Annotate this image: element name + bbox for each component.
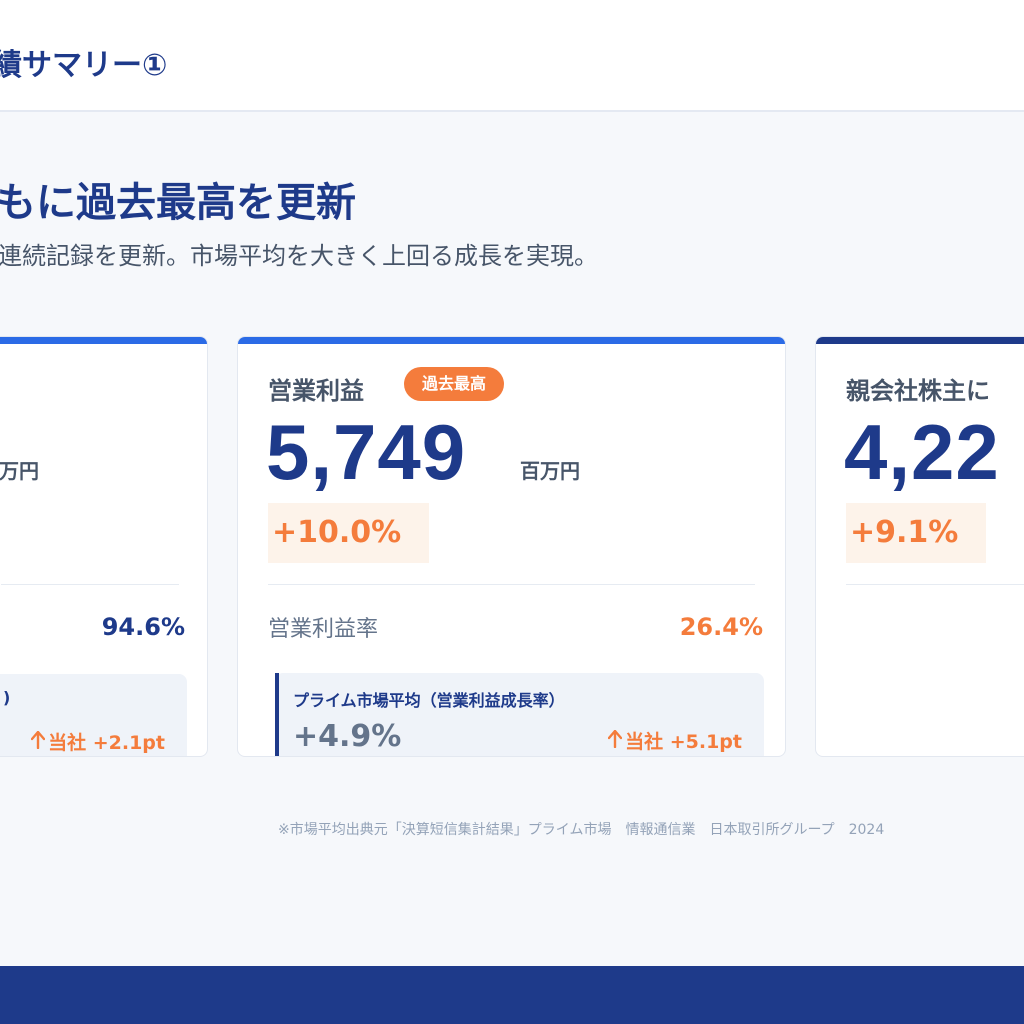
footnote: ※市場平均出典元「決算短信集計結果」プライム市場 情報通信業 日本取引所グループ… [278, 822, 885, 838]
card-revenue: 百万円 94.6% ) 当社 +2.1pt [0, 336, 208, 757]
benchmark-value: +4.9% [293, 719, 402, 754]
growth-value: +9.1% [850, 515, 959, 550]
slide: 績サマリー① もに過去最高を更新 連続記録を更新。市場平均を大きく上回る成長を実… [0, 0, 1024, 1024]
benchmark-label: ) [3, 688, 11, 707]
card-accent-bar [0, 337, 207, 344]
card-accent-bar [238, 337, 785, 344]
header-bar: 績サマリー① [0, 0, 1024, 112]
card-unit: 百万円 [520, 459, 580, 483]
headline: もに過去最高を更新 [0, 180, 356, 226]
benchmark-compare-text: 当社 +2.1pt [48, 732, 165, 754]
ratio-value: 26.4% [679, 613, 763, 641]
card-divider [268, 584, 755, 585]
card-divider [1, 584, 179, 585]
footer-bar [0, 966, 1024, 1024]
ratio-value: 94.6% [101, 613, 185, 641]
arrow-up-icon [30, 730, 46, 754]
growth-value: +10.0% [272, 515, 402, 550]
card-title: 営業利益 [268, 377, 364, 405]
card-accent-bar [816, 337, 1024, 344]
growth-badge: +9.1% [846, 503, 987, 563]
benchmark-box: プライム市場平均（営業利益成長率） +4.9% 当社 +5.1pt [275, 673, 764, 756]
ratio-label: 営業利益率 [268, 617, 379, 642]
card-operating-profit: 営業利益 過去最高 5,749 百万円 +10.0% 営業利益率 26.4% プ… [237, 336, 786, 757]
subheadline: 連続記録を更新。市場平均を大きく上回る成長を実現。 [0, 242, 598, 270]
page-title: 績サマリー① [0, 48, 168, 83]
arrow-up-icon [607, 729, 623, 753]
growth-badge: +10.0% [268, 503, 430, 563]
benchmark-compare: 当社 +2.1pt [30, 728, 165, 755]
card-net-income: 親会社株主に 4,22 +9.1% [815, 336, 1024, 757]
card-divider [846, 584, 1024, 585]
record-badge: 過去最高 [404, 367, 505, 401]
card-title: 親会社株主に [846, 377, 990, 405]
card-unit: 百万円 [0, 459, 39, 483]
card-value: 5,749 [266, 408, 467, 496]
benchmark-label: プライム市場平均（営業利益成長率） [293, 691, 565, 710]
benchmark-compare: 当社 +5.1pt [607, 727, 742, 754]
benchmark-box: ) 当社 +2.1pt [0, 674, 187, 756]
card-value: 4,22 [844, 408, 1000, 496]
benchmark-marker [275, 673, 279, 756]
benchmark-compare-text: 当社 +5.1pt [625, 731, 742, 753]
